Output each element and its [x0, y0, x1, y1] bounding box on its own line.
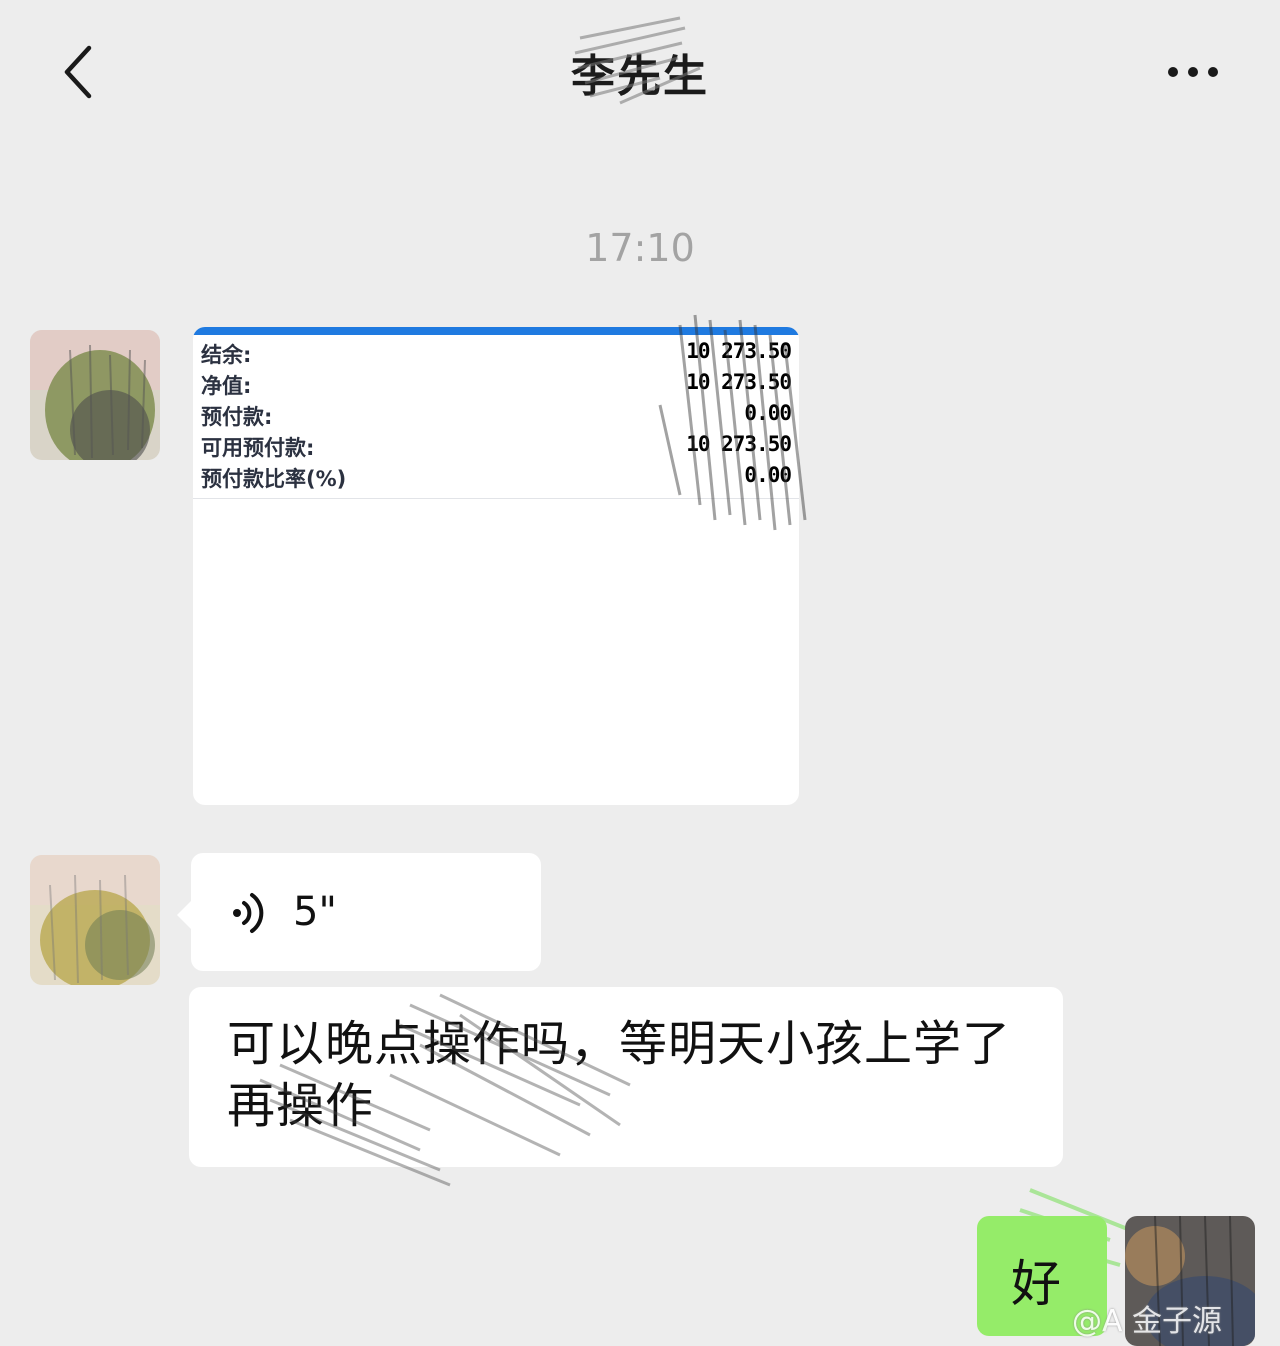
voice-duration: 5" [293, 889, 337, 935]
account-label: 预付款: [201, 405, 273, 429]
account-row: 预付款: 0.00 [201, 401, 792, 432]
account-value: 10 273.50 [686, 339, 792, 363]
contact-avatar[interactable] [30, 855, 160, 985]
bubble-tail [177, 901, 191, 929]
text-message[interactable]: 可以晚点操作吗，等明天小孩上学了再操作 [189, 987, 1063, 1167]
account-label: 结余: [201, 343, 252, 367]
account-label: 预付款比率(%) [201, 467, 347, 491]
account-value: 10 273.50 [686, 432, 792, 456]
voice-wave-icon [233, 893, 264, 933]
message-timestamp: 17:10 [585, 226, 695, 270]
account-value: 0.00 [744, 401, 792, 425]
more-dots-icon [1168, 67, 1218, 77]
account-label: 可用预付款: [201, 436, 315, 460]
watermark: @A 金子源 [1072, 1304, 1223, 1339]
avatar-image [30, 855, 160, 985]
message-text: 好 [1011, 1255, 1061, 1313]
account-row: 净值: 10 273.50 [201, 370, 792, 401]
chat-title: 李先生 [571, 51, 709, 102]
voice-message[interactable]: 5" [177, 853, 541, 971]
chat-header: 李先生 [0, 0, 1280, 140]
message-text: 可以晚点操作吗，等明天小孩上学了再操作 [227, 1016, 1012, 1134]
avatar-image [30, 330, 160, 460]
account-value: 10 273.50 [686, 370, 792, 394]
image-message[interactable]: 结余: 10 273.50 净值: 10 273.50 预付款: 0.00 可用… [193, 327, 799, 805]
account-value: 0.00 [744, 463, 792, 487]
account-label: 净值: [201, 374, 252, 398]
divider [193, 498, 799, 499]
account-row: 预付款比率(%) 0.00 [201, 463, 792, 494]
account-summary: 结余: 10 273.50 净值: 10 273.50 预付款: 0.00 可用… [201, 339, 792, 494]
more-options-button[interactable] [1160, 58, 1230, 88]
account-row: 结余: 10 273.50 [201, 339, 792, 370]
contact-avatar[interactable] [30, 330, 160, 460]
image-topbar [193, 327, 799, 335]
account-row: 可用预付款: 10 273.50 [201, 432, 792, 463]
